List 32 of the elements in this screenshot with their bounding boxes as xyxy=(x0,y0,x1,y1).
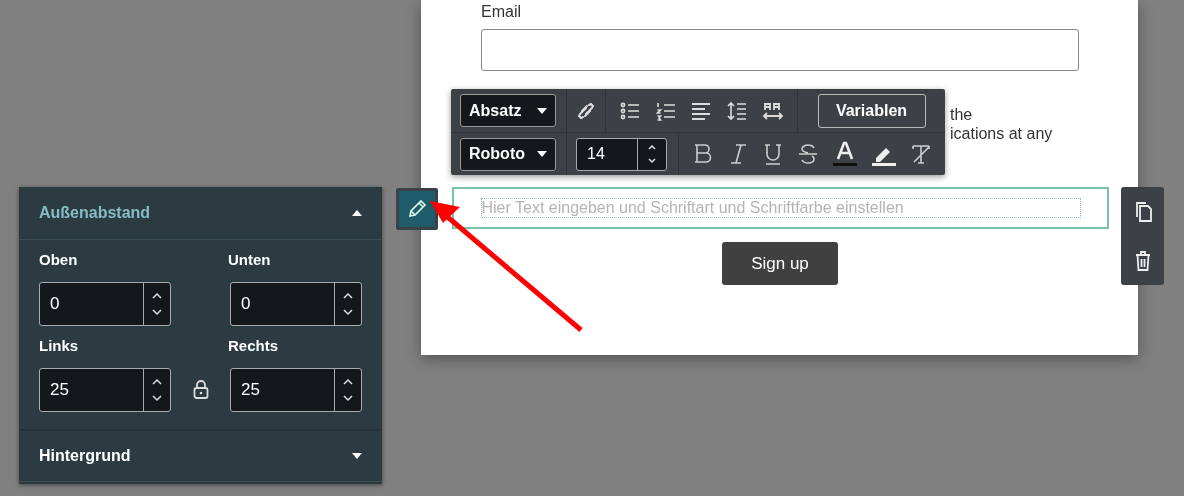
font-size-field[interactable]: 14 xyxy=(576,137,667,171)
strikethrough-icon[interactable] xyxy=(797,142,819,166)
caret-icon xyxy=(352,453,362,459)
text-input[interactable]: Hier Text eingeben und Schriftart und Schriftfarbe einstellen xyxy=(480,198,1081,218)
font-family-select[interactable]: Roboto xyxy=(460,137,556,171)
sign-up-button[interactable]: Sign up xyxy=(722,242,838,285)
lock-icon[interactable] xyxy=(193,379,209,399)
number-field[interactable]: 25 xyxy=(39,368,171,412)
block-format-select[interactable]: Absatz xyxy=(460,94,556,127)
pencil-icon xyxy=(406,198,428,220)
dropdown-caret-icon xyxy=(537,107,547,114)
email-field[interactable] xyxy=(481,29,1079,71)
field-label: Rechts xyxy=(228,337,280,356)
number-field[interactable]: 0 xyxy=(39,282,171,326)
consent-text: the xyxy=(950,105,974,124)
section-header[interactable]: Außenabstand xyxy=(19,187,382,240)
caret-icon xyxy=(352,210,362,216)
line-height-icon[interactable] xyxy=(726,99,749,122)
edit-button[interactable] xyxy=(396,188,438,230)
section-header[interactable]: Hintergrund xyxy=(19,429,382,482)
field-label: Unten xyxy=(228,251,272,270)
text-block[interactable]: Hier Text eingeben und Schriftart und Schriftfarbe einstellen xyxy=(452,187,1109,229)
dropdown-caret-icon xyxy=(537,151,547,157)
font-color-icon[interactable] xyxy=(832,141,859,167)
number-field[interactable]: 25 xyxy=(230,368,362,412)
consent-text: ications at any xyxy=(950,124,1054,143)
email-label: Email xyxy=(481,3,522,22)
variables-button[interactable]: Variablen xyxy=(817,93,926,128)
field-label: Links xyxy=(39,337,80,356)
field-label: Oben xyxy=(39,251,79,270)
clear-format-icon[interactable] xyxy=(910,142,933,166)
number-field[interactable]: 0 xyxy=(230,282,362,326)
